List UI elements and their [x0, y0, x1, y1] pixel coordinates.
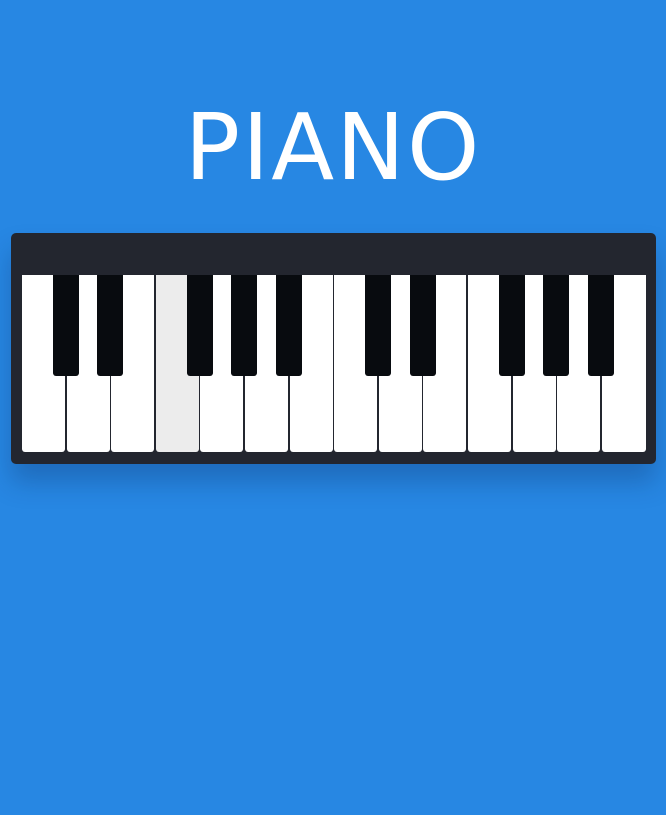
black-key-f-sharp[interactable]	[498, 275, 525, 376]
piano-keyboard	[11, 233, 656, 464]
black-key-g-sharp[interactable]	[543, 275, 570, 376]
black-key-d-sharp[interactable]	[409, 275, 436, 376]
black-key-a-sharp[interactable]	[275, 275, 302, 376]
black-key-g-sharp[interactable]	[231, 275, 258, 376]
app-title: PIANO	[184, 94, 482, 201]
black-key-c-sharp[interactable]	[365, 275, 391, 376]
black-key-f-sharp[interactable]	[186, 275, 213, 376]
black-key-c-sharp[interactable]	[52, 275, 79, 376]
keys-container	[22, 275, 647, 453]
black-key-a-sharp[interactable]	[588, 275, 614, 376]
black-key-d-sharp[interactable]	[97, 275, 124, 376]
